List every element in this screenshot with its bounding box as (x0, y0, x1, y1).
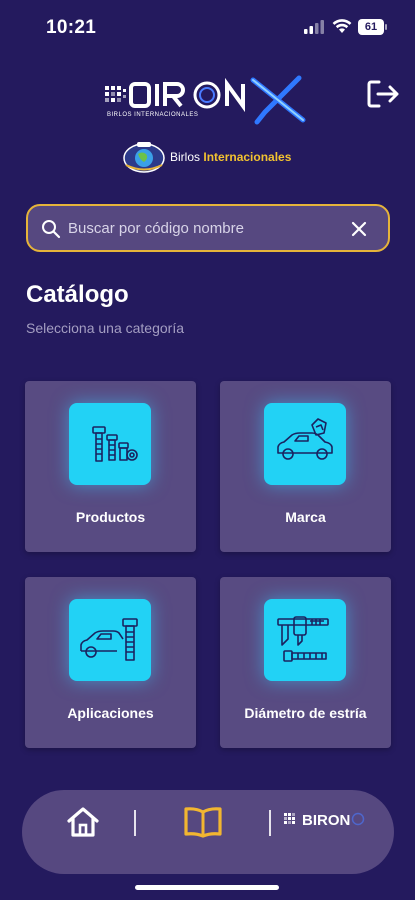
partner-name: Birlos Internacionales (170, 150, 291, 164)
logout-button[interactable] (366, 78, 402, 110)
page-title: Catálogo (26, 281, 129, 308)
search-input[interactable] (68, 216, 338, 240)
battery-icon: 61 (358, 19, 388, 35)
search-bar (26, 204, 390, 252)
search-icon (42, 220, 61, 239)
globe-emblem-icon (123, 142, 165, 173)
book-icon[interactable] (182, 804, 224, 840)
status-time: 10:21 (46, 17, 97, 38)
bironx-logo-icon: BIRLOS INTERNACIONALES (105, 75, 306, 125)
nav-divider (134, 810, 136, 836)
bolts-icon (69, 403, 151, 485)
category-label: Productos (75, 509, 146, 525)
battery-level: 61 (358, 19, 384, 35)
nav-divider (269, 810, 271, 836)
category-label: Aplicaciones (67, 705, 154, 721)
page-subtitle: Selecciona una categoría (26, 320, 184, 336)
wifi-icon (332, 19, 352, 33)
category-label: Diámetro de estría (244, 705, 367, 721)
status-bar: 10:21 61 (0, 0, 415, 56)
category-card-diametro-de-estria[interactable]: Diámetro de estría (220, 577, 391, 748)
nav-brand-label: BIRON (302, 812, 350, 829)
car-brand-icon (264, 403, 346, 485)
category-card-aplicaciones[interactable]: Aplicaciones (25, 577, 196, 748)
brand-tagline: BIRLOS INTERNACIONALES (107, 112, 198, 118)
cellular-signal-icon (304, 20, 324, 34)
app-header: BIRLOS INTERNACIONALES (0, 60, 415, 140)
category-label: Marca (285, 509, 326, 525)
category-card-marca[interactable]: Marca (220, 381, 391, 552)
caliper-icon (264, 599, 346, 681)
home-icon[interactable] (65, 804, 101, 840)
partner-name-part1: Birlos (170, 150, 201, 164)
bironx-logo-icon[interactable]: BIRON (284, 808, 380, 832)
bottom-nav: BIRON (22, 790, 394, 874)
partner-logo: Birlos Internacionales (122, 140, 312, 174)
partner-name-part2: Internacionales (203, 150, 292, 164)
home-indicator (135, 885, 279, 890)
car-bolt-icon (69, 599, 151, 681)
close-icon[interactable] (349, 219, 369, 239)
category-card-productos[interactable]: Productos (25, 381, 196, 552)
